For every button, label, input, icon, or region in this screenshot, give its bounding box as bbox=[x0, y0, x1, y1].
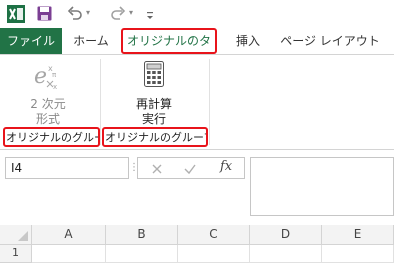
group-separator bbox=[100, 59, 101, 145]
undo-dropdown-icon[interactable]: ▾ bbox=[86, 8, 90, 17]
cell-c1[interactable] bbox=[178, 245, 250, 263]
cell-e1[interactable] bbox=[322, 245, 394, 263]
row-header-1[interactable]: 1 bbox=[0, 245, 32, 263]
name-box[interactable]: I4 bbox=[5, 157, 129, 179]
tab-home[interactable]: ホーム bbox=[66, 28, 116, 54]
group-separator bbox=[209, 59, 210, 145]
tab-insert[interactable]: 挿入 bbox=[229, 28, 267, 54]
group-label-original-2: オリジナルのグループ2 bbox=[102, 127, 208, 147]
cell-a1[interactable] bbox=[32, 245, 106, 263]
formula-input[interactable] bbox=[250, 157, 394, 216]
column-header-b[interactable]: B bbox=[106, 225, 178, 245]
cell-d1[interactable] bbox=[250, 245, 322, 263]
column-header-e[interactable]: E bbox=[322, 225, 394, 245]
excel-icon[interactable] bbox=[7, 5, 25, 23]
redo-dropdown-icon[interactable]: ▾ bbox=[129, 8, 133, 17]
save-icon[interactable] bbox=[37, 6, 52, 21]
select-all-corner[interactable] bbox=[0, 225, 32, 245]
tab-page-layout[interactable]: ページ レイアウト bbox=[280, 28, 380, 54]
recalculate-label-1: 再計算 bbox=[135, 97, 172, 111]
column-header-d[interactable]: D bbox=[250, 225, 322, 245]
insert-function-icon[interactable]: fx bbox=[220, 159, 232, 174]
calculator-icon bbox=[144, 61, 164, 87]
enter-icon[interactable] bbox=[183, 161, 197, 175]
undo-icon[interactable] bbox=[67, 5, 83, 21]
recalculate-label-2: 実行 bbox=[141, 112, 166, 126]
two-dimensional-format-label-1: 2 次元 bbox=[30, 97, 66, 111]
customize-qat-icon[interactable] bbox=[146, 7, 154, 19]
ribbon-tab-bar: ファイル ホーム オリジナルのタブ 挿入 ページ レイアウト bbox=[0, 28, 394, 70]
group-label-original: オリジナルのグループ bbox=[3, 127, 100, 147]
column-header-a[interactable]: A bbox=[32, 225, 106, 245]
two-dimensional-format-label-2: 形式 bbox=[35, 112, 60, 126]
redo-icon[interactable] bbox=[110, 5, 126, 21]
tab-original[interactable]: オリジナルのタブ bbox=[121, 28, 217, 70]
equation-icon: e x π x bbox=[32, 61, 62, 93]
formula-buttons: fx bbox=[137, 157, 245, 179]
quick-access-toolbar: ▾ ▾ bbox=[0, 0, 394, 28]
ribbon: e x π x 2 次元 形式 オリジナルのグループ 再計算 実行 オリジナルの… bbox=[0, 55, 394, 150]
cancel-icon[interactable] bbox=[150, 161, 164, 175]
svg-text:π: π bbox=[52, 71, 57, 79]
svg-text:x: x bbox=[53, 83, 57, 91]
recalculate-button[interactable]: 再計算 実行 bbox=[124, 59, 184, 126]
tab-file[interactable]: ファイル bbox=[0, 28, 62, 54]
svg-text:e: e bbox=[34, 64, 47, 89]
cell-b1[interactable] bbox=[106, 245, 178, 263]
column-header-c[interactable]: C bbox=[178, 225, 250, 245]
two-dimensional-format-button[interactable]: e x π x 2 次元 形式 bbox=[18, 59, 78, 126]
